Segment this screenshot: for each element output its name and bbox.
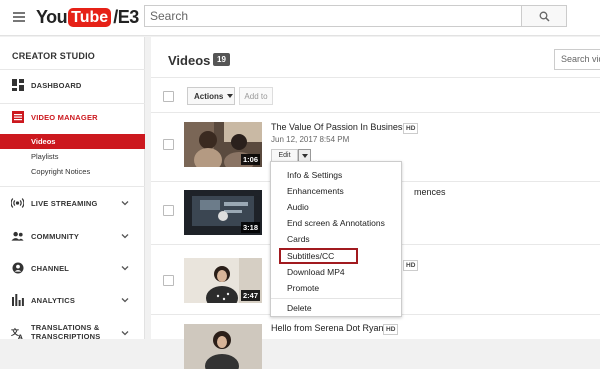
sidebar-subitem-playlists[interactable]: Playlists bbox=[0, 149, 145, 164]
sidebar-divider bbox=[0, 69, 145, 70]
video-title-link[interactable]: Hello from Serena Dot Ryan bbox=[271, 323, 384, 333]
sidebar-item-translations[interactable]: 文A TRANSLATIONS & TRANSCRIPTIONS bbox=[0, 322, 145, 344]
sidebar-divider bbox=[0, 103, 145, 104]
main-content: Videos 19 Search videos Actions Add to 1… bbox=[146, 37, 600, 369]
analytics-icon bbox=[11, 294, 24, 307]
chevron-down-icon[interactable] bbox=[121, 264, 129, 272]
search-input[interactable] bbox=[145, 6, 521, 26]
translate-icon: 文A bbox=[11, 327, 24, 340]
video-date: Jun 12, 2017 8:54 PM bbox=[271, 135, 350, 144]
duration-badge: 1:06 bbox=[240, 154, 260, 165]
video-thumbnail[interactable]: 1:06 bbox=[184, 122, 262, 167]
sidebar-item-dashboard[interactable]: DASHBOARD bbox=[0, 75, 145, 95]
sidebar-item-label: VIDEO MANAGER bbox=[31, 112, 98, 122]
logo-you-text: You bbox=[36, 6, 68, 27]
hd-badge: HD bbox=[403, 260, 419, 271]
logo-suffix-text: /E3 bbox=[113, 6, 139, 27]
video-checkbox[interactable] bbox=[163, 139, 174, 150]
thumbnail-image bbox=[184, 324, 262, 369]
chevron-down-icon[interactable] bbox=[121, 329, 129, 337]
youtube-logo[interactable]: You Tube /E3 bbox=[36, 7, 139, 27]
divider bbox=[151, 77, 600, 78]
chevron-down-icon[interactable] bbox=[121, 232, 129, 240]
sidebar-item-analytics[interactable]: ANALYTICS bbox=[0, 290, 145, 310]
sidebar-item-community[interactable]: COMMUNITY bbox=[0, 226, 145, 246]
creator-studio-title: CREATOR STUDIO bbox=[12, 51, 95, 61]
caret-down-icon bbox=[301, 153, 308, 158]
chevron-down-icon[interactable] bbox=[121, 199, 129, 207]
sidebar-item-label: LIVE STREAMING bbox=[31, 198, 98, 208]
menu-item-end-screen-annotations[interactable]: End screen & Annotations bbox=[271, 215, 401, 231]
menu-item-cards[interactable]: Cards bbox=[271, 231, 401, 247]
search-button[interactable] bbox=[521, 5, 567, 27]
sidebar-item-video-manager[interactable]: VIDEO MANAGER bbox=[0, 107, 145, 127]
menu-separator bbox=[271, 298, 401, 299]
menu-item-subtitles-cc[interactable]: Subtitles/CC bbox=[279, 248, 358, 264]
sidebar-item-label: CHANNEL bbox=[31, 263, 70, 273]
svg-text:A: A bbox=[18, 334, 23, 339]
video-checkbox[interactable] bbox=[163, 205, 174, 216]
add-to-button[interactable]: Add to bbox=[239, 87, 273, 105]
actions-button[interactable]: Actions bbox=[187, 87, 235, 105]
menu-item-delete[interactable]: Delete bbox=[271, 300, 401, 316]
live-streaming-icon bbox=[11, 197, 24, 210]
sidebar-item-channel[interactable]: CHANNEL bbox=[0, 258, 145, 278]
chevron-down-icon[interactable] bbox=[121, 296, 129, 304]
channel-icon bbox=[11, 262, 24, 275]
community-icon bbox=[11, 230, 24, 243]
sidebar-subitem-label: Playlists bbox=[31, 152, 59, 161]
video-thumbnail[interactable] bbox=[184, 324, 262, 369]
search-videos-input[interactable]: Search videos bbox=[554, 49, 600, 70]
video-title-link[interactable]: mences bbox=[414, 187, 446, 197]
sidebar-item-label: ANALYTICS bbox=[31, 295, 76, 305]
video-count-badge: 19 bbox=[213, 53, 230, 66]
select-all-checkbox[interactable] bbox=[163, 91, 174, 102]
caret-down-icon bbox=[227, 94, 234, 98]
hamburger-menu-icon[interactable] bbox=[13, 12, 25, 22]
video-checkbox[interactable] bbox=[163, 275, 174, 286]
menu-item-download-mp4[interactable]: Download MP4 bbox=[271, 264, 401, 280]
dashboard-icon bbox=[11, 79, 24, 92]
menu-item-info-settings[interactable]: Info & Settings bbox=[271, 167, 401, 183]
menu-item-audio[interactable]: Audio bbox=[271, 199, 401, 215]
sidebar-item-label: COMMUNITY bbox=[31, 231, 80, 241]
edit-dropdown-menu: Info & Settings Enhancements Audio End s… bbox=[270, 161, 402, 317]
sidebar: CREATOR STUDIO DASHBOARD VIDEO MANAGER V… bbox=[0, 37, 145, 341]
sidebar-item-label: TRANSLATIONS & TRANSCRIPTIONS bbox=[31, 323, 100, 341]
duration-badge: 2:47 bbox=[240, 290, 260, 301]
page-title: Videos bbox=[168, 53, 211, 68]
menu-item-enhancements[interactable]: Enhancements bbox=[271, 183, 401, 199]
sidebar-divider bbox=[0, 186, 145, 187]
divider bbox=[151, 112, 600, 113]
translations-label: TRANSLATIONS & bbox=[31, 323, 100, 332]
actions-label: Actions bbox=[194, 91, 224, 101]
sidebar-item-label: DASHBOARD bbox=[31, 80, 82, 90]
sidebar-subitem-label: Copyright Notices bbox=[31, 167, 91, 176]
duration-badge: 3:18 bbox=[240, 222, 260, 233]
video-thumbnail[interactable]: 3:18 bbox=[184, 190, 262, 235]
video-manager-icon bbox=[11, 111, 24, 124]
video-thumbnail[interactable]: 2:47 bbox=[184, 258, 262, 303]
sidebar-subitem-copyright-notices[interactable]: Copyright Notices bbox=[0, 164, 145, 179]
transcriptions-label: TRANSCRIPTIONS bbox=[31, 332, 101, 341]
hd-badge: HD bbox=[383, 324, 399, 335]
sidebar-item-live-streaming[interactable]: LIVE STREAMING bbox=[0, 193, 145, 213]
menu-item-promote[interactable]: Promote bbox=[271, 280, 401, 296]
hd-badge: HD bbox=[403, 123, 419, 134]
top-bar: You Tube /E3 bbox=[0, 0, 600, 36]
sidebar-subitem-label: Videos bbox=[31, 137, 56, 146]
search-box bbox=[144, 5, 522, 27]
video-title-link[interactable]: The Value Of Passion In Business bbox=[271, 122, 407, 132]
sidebar-subitem-videos[interactable]: Videos bbox=[0, 134, 145, 149]
logo-tube-text: Tube bbox=[68, 7, 112, 27]
search-icon bbox=[539, 11, 550, 22]
